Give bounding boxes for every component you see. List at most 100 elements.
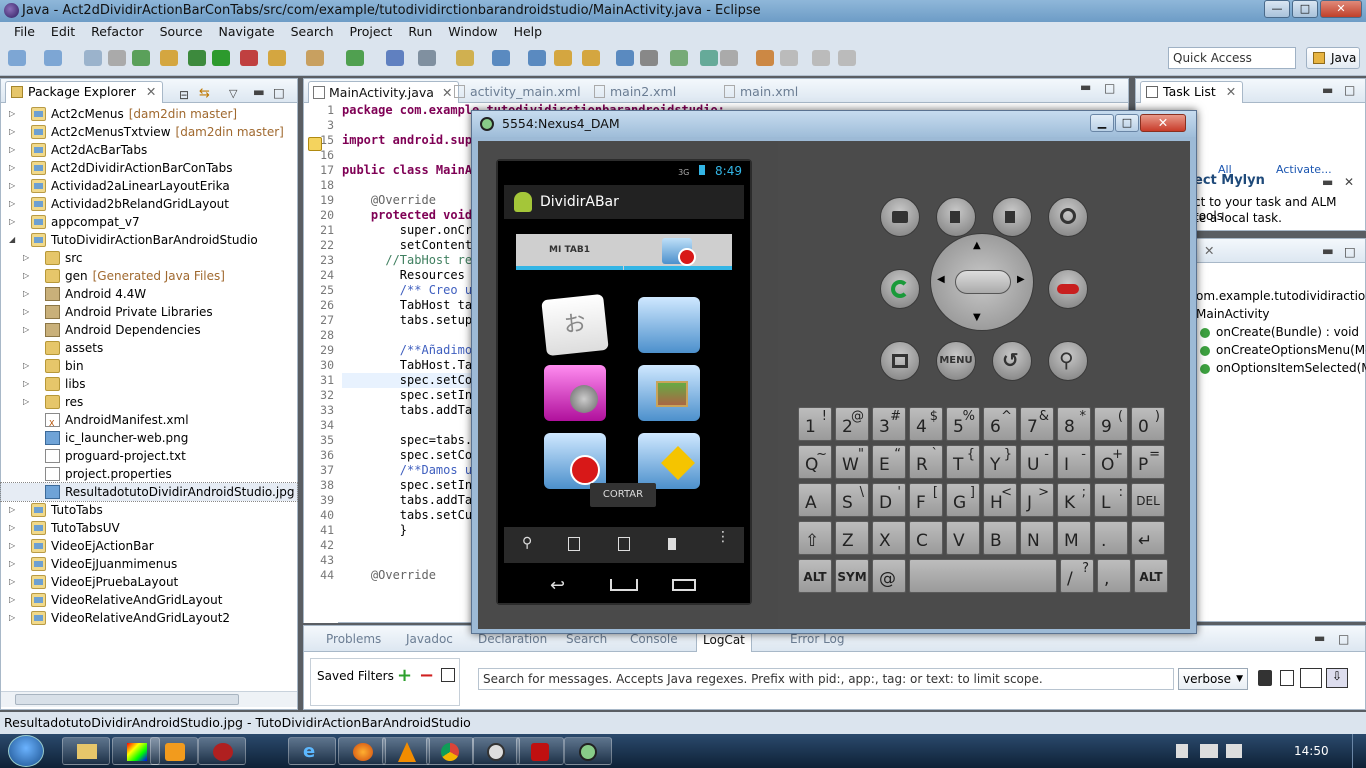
edit-icon[interactable] (568, 537, 580, 551)
tree-item[interactable]: ic_launcher-web.png (1, 429, 297, 447)
close-tab-icon[interactable]: ✕ (1204, 239, 1214, 263)
key-c[interactable]: C (909, 521, 943, 555)
key-.[interactable]: . (1094, 521, 1128, 555)
save-log-icon[interactable] (1258, 670, 1272, 686)
tree-item[interactable]: ▷ Android Private Libraries (1, 303, 297, 321)
key-q[interactable]: Q ~ (798, 445, 832, 479)
expand-toggle-icon[interactable]: ▷ (9, 182, 17, 190)
dpad-up[interactable]: ▲ (973, 240, 981, 251)
outline-method-oncreate[interactable]: onCreate(Bundle) : void (1196, 325, 1359, 339)
scroll-lock-icon[interactable]: ⇩ (1326, 668, 1348, 688)
warning-folder-icon[interactable] (638, 433, 700, 489)
key-i[interactable]: I- (1057, 445, 1091, 479)
taskbar-vlc[interactable] (382, 737, 430, 765)
tree-item[interactable]: ◢ TutoDividirActionBarAndroidStudio (1, 231, 297, 249)
key-f[interactable]: F[ (909, 483, 943, 517)
taskbar-chrome[interactable] (426, 737, 474, 765)
volume-up-button[interactable] (992, 197, 1032, 237)
tree-item[interactable]: proguard-project.txt (1, 447, 297, 465)
tree-item[interactable]: ▷ Act2dDividirActionBarConTabs (1, 159, 297, 177)
taskbar-emulator[interactable] (564, 737, 612, 765)
menu-navigate[interactable]: Navigate (211, 22, 283, 42)
key-⇧[interactable]: ⇧ (798, 521, 832, 555)
cut-folder-icon[interactable] (544, 433, 606, 489)
key-4[interactable]: 4 $ (909, 407, 943, 441)
back-button[interactable]: ↺ (992, 341, 1032, 381)
menu-file[interactable]: File (6, 22, 43, 42)
key-9[interactable]: 9( (1094, 407, 1128, 441)
menu-window[interactable]: Window (440, 22, 505, 42)
expand-toggle-icon[interactable]: ▷ (23, 254, 31, 262)
key-2[interactable]: 2 @ (835, 407, 869, 441)
close-tab-icon[interactable]: ✕ (146, 84, 156, 99)
expand-toggle-icon[interactable]: ▷ (9, 128, 17, 136)
key-7[interactable]: 7 & (1020, 407, 1054, 441)
emulator-minimize-button[interactable]: ▁ (1090, 114, 1114, 132)
recent-apps-icon[interactable] (672, 579, 696, 591)
camera-button[interactable] (880, 197, 920, 237)
tab-mainactivity[interactable]: MainActivity.java ✕ (308, 81, 460, 103)
scroll-thumb[interactable] (15, 694, 239, 705)
save-icon[interactable] (44, 50, 62, 66)
tree-item[interactable]: ▷ TutoTabs (1, 501, 297, 519)
expand-toggle-icon[interactable]: ▷ (9, 506, 17, 514)
tab-main-xml[interactable]: main.xml (720, 81, 798, 103)
expand-toggle-icon[interactable]: ▷ (9, 596, 17, 604)
japanese-input-icon[interactable]: お (541, 293, 609, 357)
back-icon[interactable] (582, 50, 600, 66)
perspective-java-button[interactable]: Java (1306, 47, 1360, 69)
key-d[interactable]: D ' (872, 483, 906, 517)
refresh-icon[interactable] (700, 50, 718, 66)
flag-icon[interactable] (1176, 744, 1188, 758)
outline-method-onoptionsitemselected[interactable]: onOptionsItemSelected(Me (1196, 361, 1366, 375)
clipboard-folder-icon[interactable] (638, 297, 700, 353)
menu-refactor[interactable]: Refactor (83, 22, 151, 42)
maximize-editor-icon[interactable]: □ (1104, 81, 1115, 95)
menu-button[interactable]: MENU (936, 341, 976, 381)
key-e[interactable]: E “ (872, 445, 906, 479)
tree-item[interactable]: AndroidManifest.xml (1, 411, 297, 433)
horizontal-scrollbar[interactable] (1, 691, 297, 707)
taskbar-clock[interactable]: 14:50 (1294, 744, 1329, 758)
tab-task-list[interactable]: Task List ✕ (1140, 81, 1244, 103)
new-class-icon[interactable] (346, 50, 364, 66)
menu-edit[interactable]: Edit (43, 22, 83, 42)
key-space[interactable] (909, 559, 1057, 593)
overflow-menu-icon[interactable]: ⋮ (716, 530, 730, 544)
new-icon[interactable] (8, 50, 26, 66)
key-b[interactable]: B (983, 521, 1017, 555)
minimize-view-icon[interactable]: ▬ (1322, 175, 1333, 189)
settings-folder-icon[interactable] (544, 365, 606, 421)
key-l[interactable]: L: (1094, 483, 1128, 517)
tab-icon-folder[interactable] (624, 234, 732, 270)
view-menu-icon[interactable]: ▽ (229, 82, 237, 106)
annotation-prev-icon[interactable] (528, 50, 546, 66)
tab-main2-xml[interactable]: main2.xml (590, 81, 676, 103)
minimize-view-icon[interactable]: ▬ (1314, 626, 1325, 650)
copy-icon[interactable] (618, 537, 630, 551)
search-button[interactable]: ⚲ (1048, 341, 1088, 381)
taskbar-ie[interactable]: e (288, 737, 336, 765)
tab-javadoc[interactable]: Javadoc (406, 627, 453, 651)
expand-toggle-icon[interactable]: ▷ (9, 524, 17, 532)
save-all-icon[interactable] (84, 50, 102, 66)
key-3[interactable]: 3 # (872, 407, 906, 441)
key-5[interactable]: 5% (946, 407, 980, 441)
expand-toggle-icon[interactable]: ▷ (23, 272, 31, 280)
tree-item[interactable]: ▷ bin (1, 357, 297, 375)
menu-help[interactable]: Help (506, 22, 551, 42)
annotation-next-icon[interactable] (492, 50, 510, 66)
outline-method-oncreateoptionsmenu[interactable]: onCreateOptionsMenu(Me (1196, 343, 1366, 357)
expand-toggle-icon[interactable]: ▷ (9, 578, 17, 586)
key-0[interactable]: 0) (1131, 407, 1165, 441)
expand-toggle-icon[interactable]: ▷ (9, 560, 17, 568)
new-package-icon[interactable] (306, 50, 324, 66)
expand-toggle-icon[interactable]: ▷ (9, 218, 17, 226)
external-tools-icon[interactable] (240, 50, 258, 66)
close-button[interactable]: ✕ (1320, 0, 1362, 18)
tree-item[interactable]: ▷ Act2cMenus [dam2din master] (1, 105, 297, 123)
tree-item[interactable]: ▷ Act2cMenusTxtview [dam2din master] (1, 123, 297, 141)
down-icon[interactable] (838, 50, 856, 66)
key-/[interactable]: /? (1060, 559, 1094, 593)
expand-toggle-icon[interactable]: ▷ (23, 290, 31, 298)
